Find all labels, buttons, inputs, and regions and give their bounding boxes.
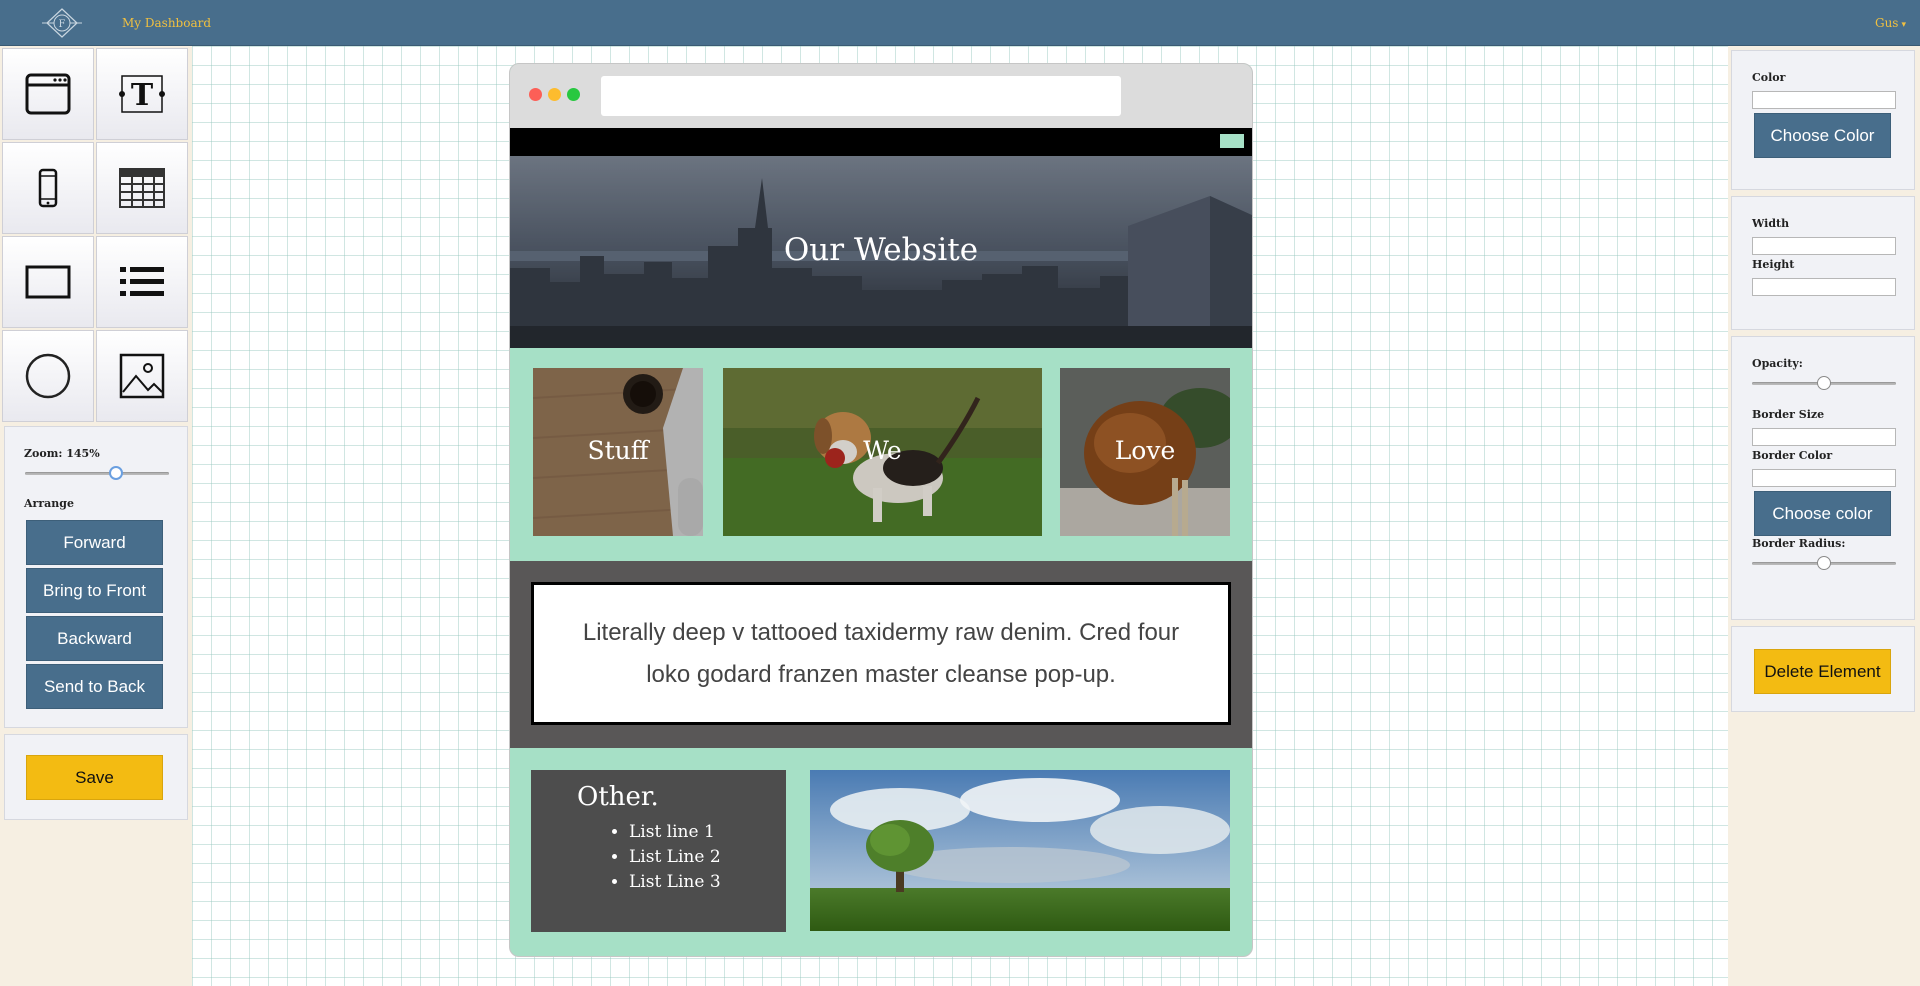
bullet-list: List line 1 List Line 2 List Line 3 xyxy=(629,820,721,895)
opacity-slider-thumb[interactable] xyxy=(1817,376,1831,390)
add-image-tool[interactable] xyxy=(96,330,188,422)
width-input[interactable] xyxy=(1752,237,1896,255)
user-name: Gus xyxy=(1874,16,1899,30)
add-rectangle-tool[interactable] xyxy=(2,236,94,328)
height-label: Height xyxy=(1752,258,1795,271)
choose-border-color-button[interactable]: Choose color xyxy=(1754,491,1891,536)
hero-title: Our Website xyxy=(783,232,979,268)
opacity-label: Opacity: xyxy=(1752,357,1803,370)
close-dot-icon xyxy=(529,88,542,101)
height-input[interactable] xyxy=(1752,278,1896,296)
border-radius-label: Border Radius: xyxy=(1752,537,1846,550)
border-size-label: Border Size xyxy=(1752,408,1825,421)
my-dashboard-link[interactable]: My Dashboard xyxy=(122,16,211,30)
add-text-tool[interactable]: T xyxy=(96,48,188,140)
landscape-image-element[interactable] xyxy=(810,770,1230,931)
paragraph-box[interactable]: Literally deep v tattooed taxidermy raw … xyxy=(531,582,1231,725)
brand-logo-icon[interactable]: F xyxy=(42,6,82,40)
add-browser-window-tool[interactable] xyxy=(2,48,94,140)
border-color-label: Border Color xyxy=(1752,449,1833,462)
stuff-tile[interactable]: Stuff xyxy=(533,368,703,536)
add-circle-tool[interactable] xyxy=(2,330,94,422)
image-icon xyxy=(119,353,165,399)
choose-color-button[interactable]: Choose Color xyxy=(1754,113,1891,158)
color-input[interactable] xyxy=(1752,91,1896,109)
minimize-dot-icon xyxy=(548,88,561,101)
menu-toggle-icon[interactable] xyxy=(1220,134,1244,148)
maximize-dot-icon xyxy=(567,88,580,101)
add-mobile-tool[interactable] xyxy=(2,142,94,234)
save-button[interactable]: Save xyxy=(26,755,163,800)
send-to-back-button[interactable]: Send to Back xyxy=(26,664,163,709)
backward-button[interactable]: Backward xyxy=(26,616,163,661)
style-panel: Opacity: Border Size Border Color Choose… xyxy=(1731,336,1915,620)
top-navbar: F My Dashboard Gus ▾ xyxy=(0,0,1920,46)
browser-chrome xyxy=(510,64,1252,128)
delete-panel: Delete Element xyxy=(1731,626,1915,712)
zoom-slider-thumb[interactable] xyxy=(108,466,123,480)
hero-section[interactable]: Our Website xyxy=(510,156,1252,348)
zoom-arrange-panel: Zoom: 145% Arrange Forward Bring to Fron… xyxy=(4,426,188,728)
text-section: Literally deep v tattooed taxidermy raw … xyxy=(510,561,1252,748)
love-tile-label: Love xyxy=(1114,436,1176,465)
color-panel: Color Choose Color xyxy=(1731,50,1915,190)
color-label: Color xyxy=(1752,71,1786,84)
add-table-tool[interactable] xyxy=(96,142,188,234)
forward-button[interactable]: Forward xyxy=(26,520,163,565)
other-list-box[interactable]: Other. List line 1 List Line 2 List Line… xyxy=(531,770,786,932)
zoom-label: Zoom: 145% xyxy=(24,447,100,460)
arrange-label: Arrange xyxy=(24,497,74,510)
rectangle-icon xyxy=(25,265,71,299)
url-bar[interactable] xyxy=(601,76,1121,116)
svg-text:T: T xyxy=(131,78,154,113)
we-tile[interactable]: We xyxy=(723,368,1042,536)
width-label: Width xyxy=(1752,217,1790,230)
list-item: List Line 3 xyxy=(629,870,721,895)
save-panel: Save xyxy=(4,734,188,820)
circle-icon xyxy=(25,353,71,399)
list-icon xyxy=(120,267,164,296)
browser-window-icon xyxy=(25,73,71,115)
user-menu-dropdown[interactable]: Gus ▾ xyxy=(1875,16,1906,30)
zoom-slider-track xyxy=(25,472,169,475)
love-tile[interactable]: Love xyxy=(1060,368,1230,536)
size-panel: Width Height xyxy=(1731,196,1915,330)
zoom-slider[interactable] xyxy=(25,466,169,480)
stuff-tile-label: Stuff xyxy=(587,436,649,465)
other-title: Other. xyxy=(577,782,659,812)
bring-to-front-button[interactable]: Bring to Front xyxy=(26,568,163,613)
border-radius-slider[interactable] xyxy=(1752,556,1896,570)
list-item: List line 1 xyxy=(629,820,721,845)
browser-mockup-element[interactable]: Our Website Stuff We Love Literally deep… xyxy=(509,63,1253,957)
table-icon xyxy=(119,168,165,208)
border-color-input[interactable] xyxy=(1752,469,1896,487)
mobile-phone-icon xyxy=(38,168,58,208)
we-tile-label: We xyxy=(863,436,902,465)
text-tool-icon: T xyxy=(119,75,165,113)
add-list-tool[interactable] xyxy=(96,236,188,328)
tree-landscape-image xyxy=(810,770,1230,931)
svg-text:F: F xyxy=(59,19,66,30)
border-size-input[interactable] xyxy=(1752,428,1896,446)
site-nav-bar xyxy=(510,128,1252,156)
delete-element-button[interactable]: Delete Element xyxy=(1754,649,1891,694)
caret-down-icon: ▾ xyxy=(1901,20,1906,30)
list-item: List Line 2 xyxy=(629,845,721,870)
border-radius-slider-thumb[interactable] xyxy=(1817,556,1831,570)
opacity-slider[interactable] xyxy=(1752,376,1896,390)
